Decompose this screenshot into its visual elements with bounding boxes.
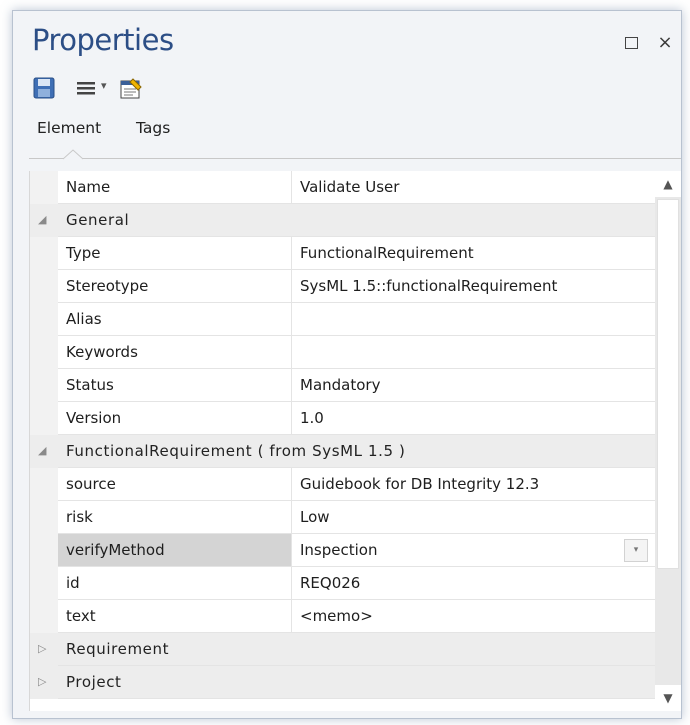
property-name: source xyxy=(66,475,116,493)
value-dropdown-button[interactable]: ▾ xyxy=(624,539,648,562)
category-row[interactable]: ◢ General xyxy=(30,204,656,237)
property-grid: Name Validate User ◢ General Type FunctionalR… xyxy=(29,171,656,711)
collapse-caret-icon[interactable]: ◢ xyxy=(38,435,46,467)
property-name: Name xyxy=(66,178,111,196)
row-gutter xyxy=(30,369,58,402)
column-separator xyxy=(291,567,292,600)
element-properties-icon[interactable] xyxy=(119,77,147,101)
category-row[interactable]: ▷ Requirement xyxy=(30,633,656,666)
window-title: Properties xyxy=(32,23,174,57)
category-label: FunctionalRequirement ( from SysML 1.5 ) xyxy=(66,442,406,460)
property-value[interactable]: Validate User xyxy=(300,171,399,203)
property-row[interactable]: Keywords xyxy=(30,336,656,369)
property-value[interactable]: Guidebook for DB Integrity 12.3 xyxy=(300,468,539,500)
property-name: text xyxy=(66,607,96,625)
property-value[interactable]: SysML 1.5::functionalRequirement xyxy=(300,270,557,302)
row-gutter xyxy=(30,171,58,204)
column-separator xyxy=(291,369,292,402)
property-row[interactable]: Status Mandatory xyxy=(30,369,656,402)
expand-caret-icon[interactable]: ▷ xyxy=(38,633,46,665)
title-bar: Properties × xyxy=(13,11,681,73)
column-separator xyxy=(291,534,292,567)
category-label: Project xyxy=(66,673,122,691)
chevron-down-icon: ▾ xyxy=(101,79,107,92)
column-separator xyxy=(291,600,292,633)
properties-window: Properties × ▾ Element Tags Name Validat… xyxy=(12,10,682,719)
property-row[interactable]: source Guidebook for DB Integrity 12.3 xyxy=(30,468,656,501)
row-gutter xyxy=(30,567,58,600)
property-value[interactable]: Low xyxy=(300,501,330,533)
column-separator xyxy=(291,501,292,534)
property-row[interactable]: Version 1.0 xyxy=(30,402,656,435)
property-name: Type xyxy=(66,244,101,262)
expand-caret-icon[interactable]: ▷ xyxy=(38,666,46,698)
close-icon[interactable]: × xyxy=(655,33,675,53)
column-separator xyxy=(291,303,292,336)
row-gutter xyxy=(30,402,58,435)
restore-icon[interactable] xyxy=(621,33,641,53)
row-gutter xyxy=(30,468,58,501)
property-name: risk xyxy=(66,508,93,526)
category-label: Requirement xyxy=(66,640,170,658)
property-row[interactable]: Name Validate User xyxy=(30,171,656,204)
row-gutter xyxy=(30,600,58,633)
column-separator xyxy=(291,171,292,204)
property-row[interactable]: risk Low xyxy=(30,501,656,534)
property-name: Stereotype xyxy=(66,277,149,295)
property-value[interactable]: <memo> xyxy=(300,600,373,632)
column-separator xyxy=(291,237,292,270)
property-value[interactable]: FunctionalRequirement xyxy=(300,237,474,269)
row-gutter xyxy=(30,270,58,303)
property-row[interactable]: verifyMethod Inspection ▾ xyxy=(30,534,656,567)
row-gutter xyxy=(30,303,58,336)
active-tab-indicator xyxy=(63,149,83,160)
column-separator xyxy=(291,402,292,435)
property-name: Alias xyxy=(66,310,102,328)
tab-element[interactable]: Element xyxy=(37,119,101,137)
column-separator xyxy=(291,468,292,501)
property-row[interactable]: text <memo> xyxy=(30,600,656,633)
scroll-down-icon[interactable]: ▼ xyxy=(655,685,681,711)
column-separator xyxy=(291,270,292,303)
row-gutter xyxy=(30,534,58,567)
collapse-caret-icon[interactable]: ◢ xyxy=(38,204,46,236)
property-name: Status xyxy=(66,376,114,394)
scroll-up-icon[interactable]: ▲ xyxy=(655,171,681,197)
row-gutter xyxy=(30,237,58,270)
property-name: Version xyxy=(66,409,122,427)
category-label: General xyxy=(66,211,130,229)
property-name: Keywords xyxy=(66,343,138,361)
row-gutter xyxy=(30,501,58,534)
property-value[interactable]: Inspection xyxy=(300,534,377,566)
property-row[interactable]: Type FunctionalRequirement xyxy=(30,237,656,270)
property-value[interactable]: Mandatory xyxy=(300,369,380,401)
category-row[interactable]: ◢ FunctionalRequirement ( from SysML 1.5 … xyxy=(30,435,656,468)
column-separator xyxy=(291,336,292,369)
property-value[interactable]: 1.0 xyxy=(300,402,324,434)
menu-icon xyxy=(77,82,95,95)
save-icon[interactable] xyxy=(33,77,57,101)
menu-button[interactable]: ▾ xyxy=(75,77,107,101)
property-value[interactable]: REQ026 xyxy=(300,567,360,599)
property-row[interactable]: Stereotype SysML 1.5::functionalRequireme… xyxy=(30,270,656,303)
vertical-scrollbar[interactable]: ▲ ▼ xyxy=(655,171,681,711)
property-row[interactable]: Alias xyxy=(30,303,656,336)
property-row[interactable]: id REQ026 xyxy=(30,567,656,600)
row-gutter xyxy=(30,336,58,369)
property-name: id xyxy=(66,574,80,592)
scrollbar-thumb[interactable] xyxy=(657,199,679,569)
property-name: verifyMethod xyxy=(58,534,291,566)
tab-tags[interactable]: Tags xyxy=(136,119,170,137)
category-row[interactable]: ▷ Project xyxy=(30,666,656,699)
tab-divider xyxy=(29,158,681,159)
